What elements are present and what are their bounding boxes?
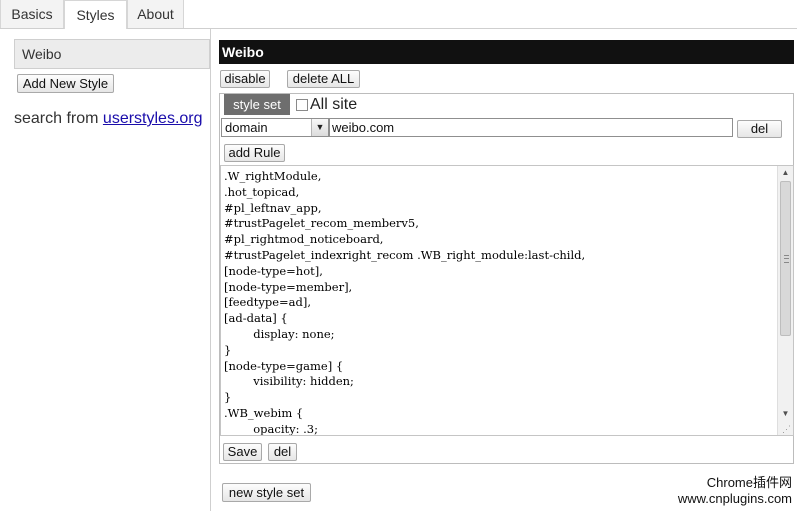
add-rule-button[interactable]: add Rule [224,144,285,162]
tab-about[interactable]: About [127,0,184,28]
save-button[interactable]: Save [223,443,262,461]
disable-button[interactable]: disable [220,70,270,88]
add-new-style-button[interactable]: Add New Style [17,74,114,93]
search-prefix: search from [14,110,103,127]
all-site-option[interactable]: All site [296,96,357,114]
watermark: Chrome插件网 www.cnplugins.com [678,475,792,507]
css-code-text: .W_rightModule, .hot_topicad, #pl_leftna… [224,169,586,436]
scrollbar-thumb[interactable] [780,181,791,336]
grip-icon [784,255,789,263]
style-list-pane [0,29,211,511]
search-from-text: search from userstyles.org [14,110,203,128]
css-code-editor[interactable]: .W_rightModule, .hot_topicad, #pl_leftna… [220,165,794,436]
tab-basics[interactable]: Basics [0,0,64,28]
all-site-label: All site [310,96,358,113]
tab-bar: Basics Styles About [0,0,797,29]
scroll-down-icon[interactable]: ▼ [778,407,793,421]
rule-type-value: domain [225,120,268,135]
userstyles-link[interactable]: userstyles.org [103,110,203,127]
tab-style-set[interactable]: style set [224,94,290,115]
delete-style-set-button[interactable]: del [268,443,297,461]
all-site-checkbox[interactable] [296,99,308,111]
watermark-line2: www.cnplugins.com [677,491,792,506]
style-name-field[interactable]: Weibo [219,40,794,64]
new-style-set-button[interactable]: new style set [222,483,311,502]
resize-grip-icon[interactable]: ⋰ [782,424,792,434]
scrollbar[interactable]: ▲ ▼ [777,166,793,435]
tab-styles[interactable]: Styles [64,0,127,29]
delete-rule-button[interactable]: del [737,120,782,138]
chevron-down-icon[interactable]: ▼ [311,119,328,136]
delete-all-button[interactable]: delete ALL [287,70,360,88]
scroll-up-icon[interactable]: ▲ [778,166,793,180]
style-list-item-weibo[interactable]: Weibo [14,39,210,69]
rule-type-select[interactable]: domain ▼ [221,118,329,137]
watermark-line1: Chrome插件网 [706,475,792,490]
rule-value-input[interactable] [329,118,733,137]
